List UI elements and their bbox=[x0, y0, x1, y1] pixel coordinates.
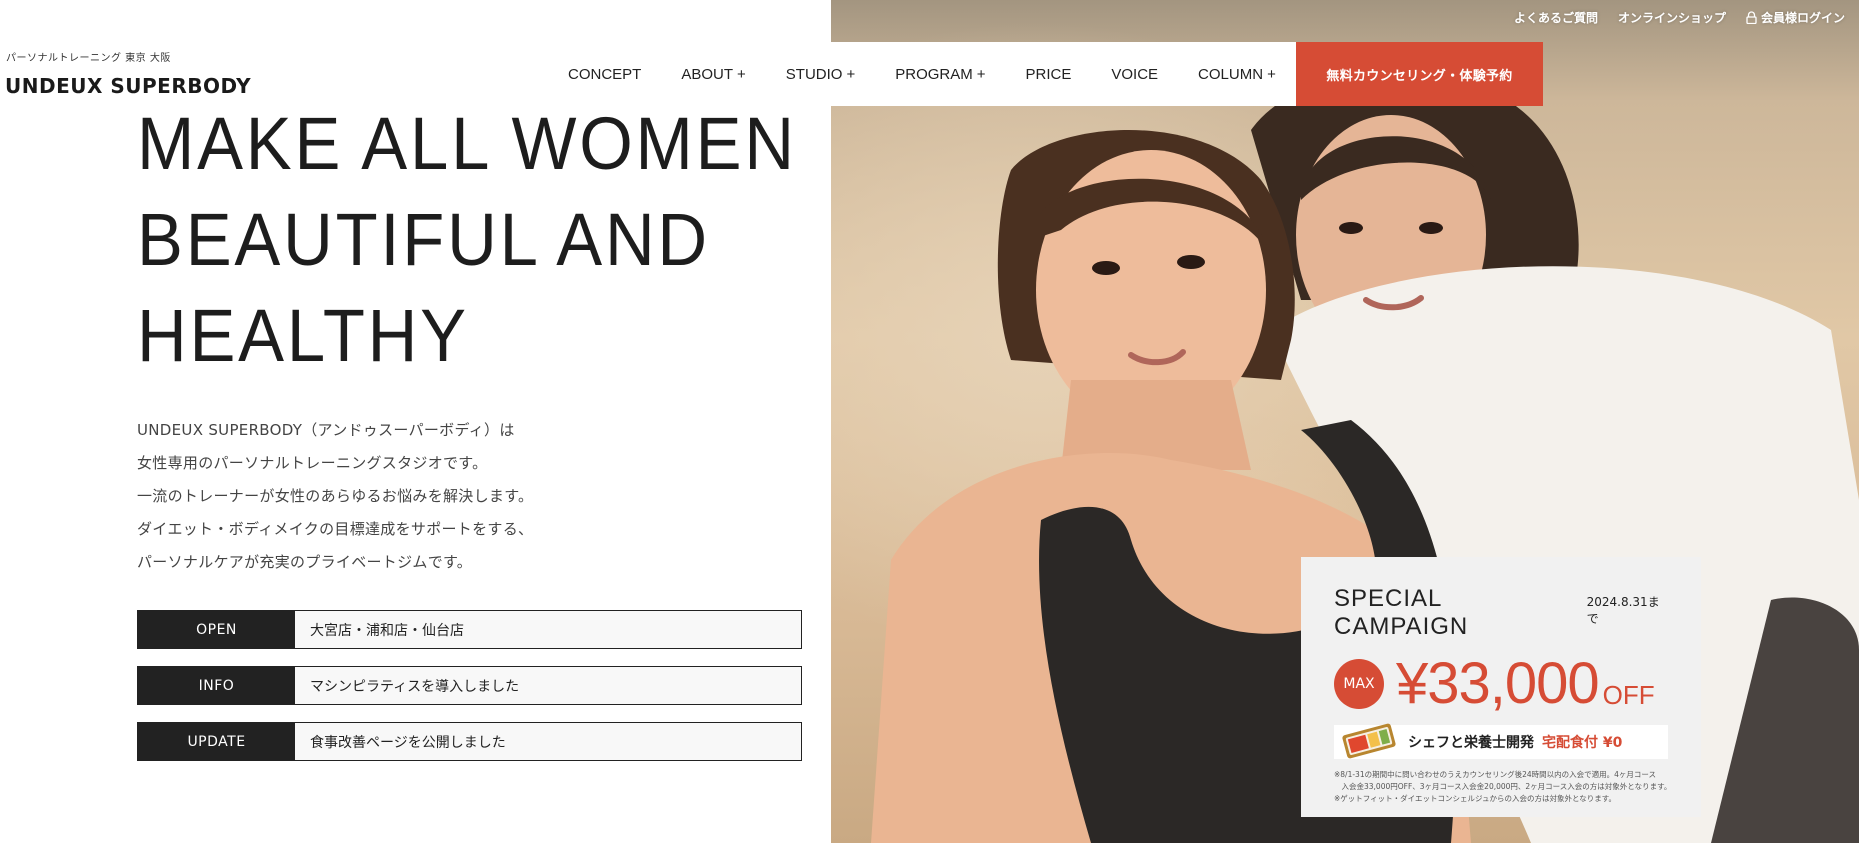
hero-heading-line: BEAUTIFUL AND bbox=[137, 198, 710, 281]
discount-amount: ¥33,000 bbox=[1396, 651, 1600, 716]
hero-lead: UNDEUX SUPERBODY（アンドゥスーパーボディ）は 女性専用のパーソナ… bbox=[137, 414, 533, 579]
nav-item-price[interactable]: PRICE bbox=[1026, 66, 1096, 83]
nav-item-voice[interactable]: VOICE bbox=[1111, 66, 1182, 83]
campaign-header: SPECIAL CAMPAIGN 2024.8.31まで bbox=[1334, 585, 1668, 641]
online-shop-link-label: オンラインショップ bbox=[1617, 11, 1726, 25]
hero-lead-line: 女性専用のパーソナルトレーニングスタジオです。 bbox=[137, 454, 488, 472]
plus-icon: + bbox=[737, 65, 746, 83]
news-item-update[interactable]: UPDATE 食事改善ページを公開しました bbox=[137, 722, 802, 761]
faq-link-label: よくあるご質問 bbox=[1513, 11, 1598, 25]
campaign-note-line: 入会金33,000円OFF、3ヶ月コース入会金20,000円、2ヶ月コース入会の… bbox=[1334, 782, 1672, 791]
news-tag: INFO bbox=[138, 667, 295, 704]
utility-nav: よくあるご質問 オンラインショップ 会員様ログイン bbox=[1514, 9, 1845, 26]
free-counseling-reservation-button[interactable]: 無料カウンセリング・体験予約 bbox=[1296, 42, 1543, 106]
campaign-note-line: ※8/1-31の期間中に問い合わせのうえカウンセリング後24時間以内の入会で適用… bbox=[1334, 770, 1657, 779]
max-badge: MAX bbox=[1334, 659, 1384, 709]
hero-heading: MAKE ALL WOMEN BEAUTIFUL AND HEALTHY bbox=[137, 96, 797, 384]
nav-item-concept[interactable]: CONCEPT bbox=[568, 66, 665, 83]
news-list: OPEN 大宮店・浦和店・仙台店 INFO マシンピラティスを導入しました UP… bbox=[137, 610, 802, 778]
meal-delivery-text: シェフと栄養士開発 bbox=[1408, 735, 1534, 751]
nav-item-about[interactable]: ABOUT + bbox=[681, 66, 769, 83]
news-text: 大宮店・浦和店・仙台店 bbox=[295, 611, 801, 648]
news-text: 食事改善ページを公開しました bbox=[295, 723, 801, 760]
news-item-open[interactable]: OPEN 大宮店・浦和店・仙台店 bbox=[137, 610, 802, 649]
campaign-title: SPECIAL CAMPAIGN bbox=[1334, 585, 1469, 640]
campaign-price: MAX ¥33,000 OFF bbox=[1334, 651, 1668, 717]
discount-off-label: OFF bbox=[1602, 680, 1655, 710]
nav-item-label: COLUMN bbox=[1198, 65, 1264, 83]
online-shop-link[interactable]: オンラインショップ bbox=[1618, 9, 1726, 26]
campaign-notes: ※8/1-31の期間中に問い合わせのうえカウンセリング後24時間以内の入会で適用… bbox=[1334, 769, 1672, 805]
meal-delivery-banner: シェフと栄養士開発 宅配食付 ¥0 bbox=[1334, 723, 1668, 759]
nav-item-label: PRICE bbox=[1025, 65, 1072, 83]
news-text: マシンピラティスを導入しました bbox=[295, 667, 801, 704]
nav-item-label: ABOUT bbox=[681, 65, 734, 83]
nav-item-studio[interactable]: STUDIO + bbox=[786, 66, 879, 83]
special-campaign-card[interactable]: SPECIAL CAMPAIGN 2024.8.31まで MAX ¥33,000… bbox=[1301, 557, 1701, 817]
brand-logo[interactable]: UNDEUX SUPERBODY bbox=[5, 74, 251, 98]
hero-lead-line: ダイエット・ボディメイクの目標達成をサポートをする、 bbox=[137, 520, 534, 538]
hero-lead-line: UNDEUX SUPERBODY（アンドゥスーパーボディ）は bbox=[137, 421, 515, 439]
hero-lead-line: 一流のトレーナーが女性のあらゆるお悩みを解決します。 bbox=[137, 487, 534, 505]
bento-box-icon bbox=[1342, 723, 1396, 759]
nav-item-program[interactable]: PROGRAM + bbox=[895, 66, 1009, 83]
hero-lead-line: パーソナルケアが充実のプライベートジムです。 bbox=[137, 553, 473, 571]
member-login-link-label: 会員様ログイン bbox=[1760, 11, 1845, 25]
news-tag: UPDATE bbox=[138, 723, 295, 760]
campaign-note-line: ※ゲットフィット・ダイエットコンシェルジュからの入会の方は対象外となります。 bbox=[1334, 794, 1617, 803]
hero-heading-line: HEALTHY bbox=[137, 294, 469, 377]
nav-item-label: VOICE bbox=[1111, 65, 1159, 83]
plus-icon: + bbox=[1267, 65, 1276, 83]
lock-icon bbox=[1746, 11, 1757, 24]
nav-item-label: PROGRAM bbox=[895, 65, 973, 83]
nav-item-label: CONCEPT bbox=[568, 65, 642, 83]
plus-icon: + bbox=[976, 65, 986, 83]
faq-link[interactable]: よくあるご質問 bbox=[1514, 9, 1598, 26]
hero-heading-line: MAKE ALL WOMEN bbox=[137, 102, 797, 185]
campaign-deadline: 2024.8.31まで bbox=[1586, 595, 1660, 626]
member-login-link[interactable]: 会員様ログイン bbox=[1746, 9, 1845, 26]
meal-delivery-price: 宅配食付 ¥0 bbox=[1542, 735, 1623, 751]
brand-tagline: パーソナルトレーニング 東京 大阪 bbox=[6, 53, 171, 64]
plus-icon: + bbox=[846, 65, 856, 83]
news-tag: OPEN bbox=[138, 611, 295, 648]
news-item-info[interactable]: INFO マシンピラティスを導入しました bbox=[137, 666, 802, 705]
nav-item-column[interactable]: COLUMN + bbox=[1198, 66, 1300, 83]
nav-item-label: STUDIO bbox=[785, 65, 843, 83]
